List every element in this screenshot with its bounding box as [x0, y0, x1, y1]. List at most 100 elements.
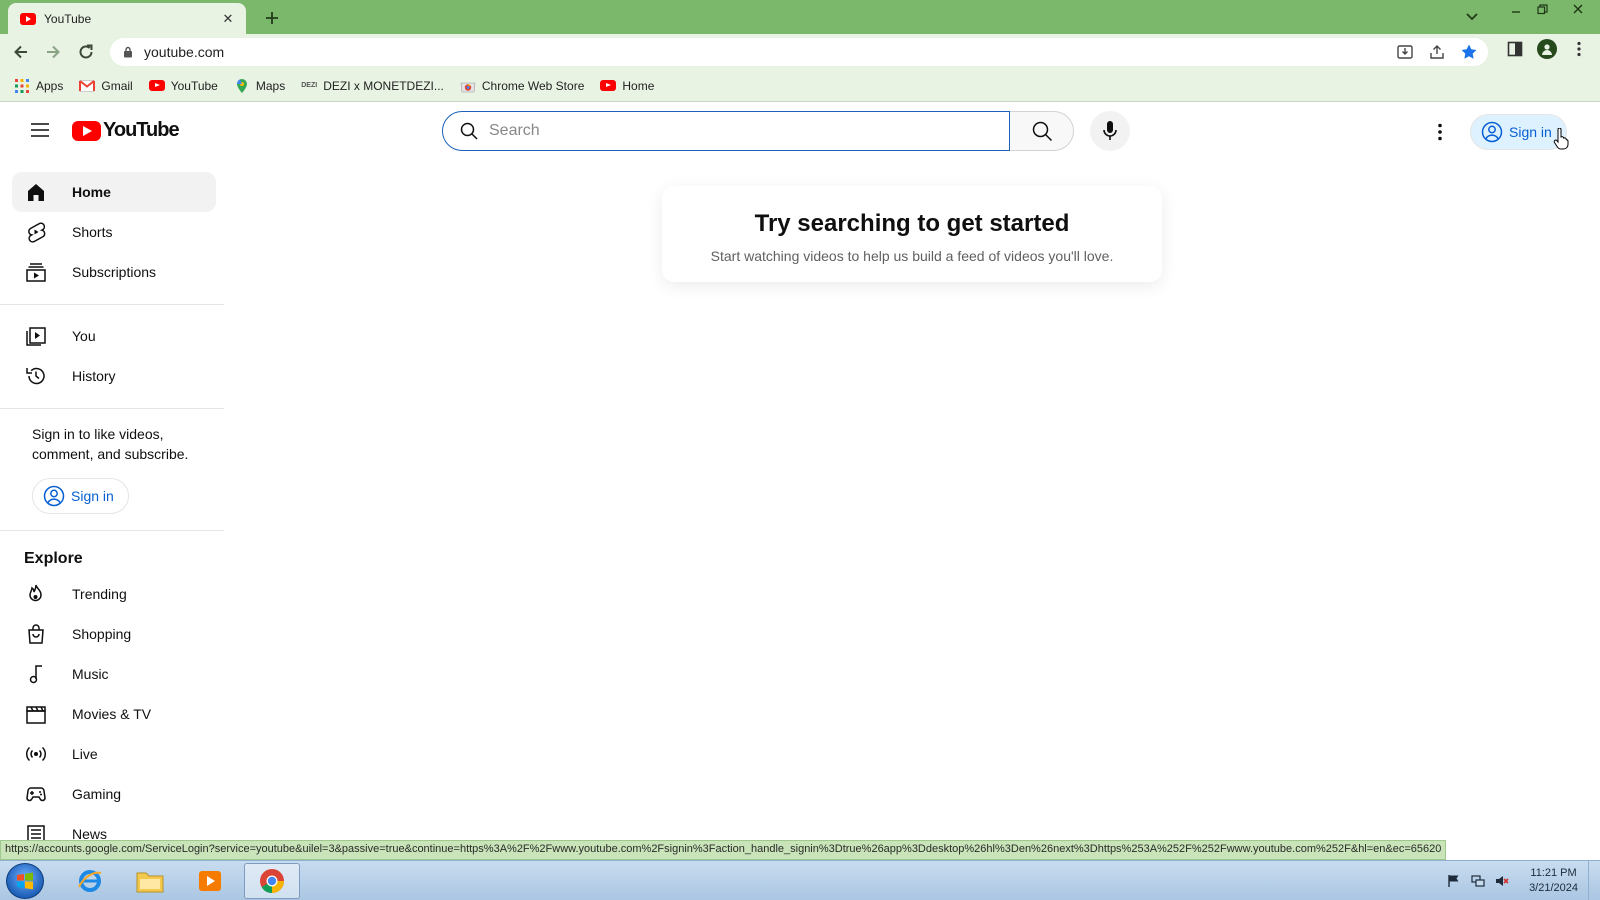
- network-icon[interactable]: [1471, 874, 1485, 888]
- bookmark-gmail[interactable]: Gmail: [79, 78, 133, 94]
- youtube-logo[interactable]: YouTube: [72, 119, 180, 142]
- sidebar-item-music[interactable]: Music: [12, 654, 216, 694]
- empty-feed-subtitle: Start watching videos to help us build a…: [710, 248, 1114, 264]
- sidebar-item-movies-tv[interactable]: Movies & TV: [12, 694, 216, 734]
- bookmark-star-icon[interactable]: [1460, 43, 1478, 61]
- history-icon: [24, 364, 48, 388]
- forward-arrow-icon: [47, 45, 60, 59]
- profile-button[interactable]: [1536, 38, 1558, 60]
- bookmarks-bar: Apps Gmail YouTube Maps DEZI DEZI x MONE…: [0, 70, 1600, 102]
- account-circle-icon: [43, 485, 65, 507]
- sidebar-item-trending[interactable]: Trending: [12, 574, 216, 614]
- dezi-icon: DEZI: [301, 82, 318, 89]
- chrome-menu-button[interactable]: [1568, 38, 1590, 60]
- browser-tab-youtube[interactable]: YouTube ✕: [8, 3, 246, 34]
- side-panel-icon[interactable]: [1504, 38, 1526, 60]
- hamburger-menu-icon: [31, 123, 49, 137]
- gmail-icon: [79, 78, 96, 94]
- sidebar-item-subscriptions[interactable]: Subscriptions: [12, 252, 216, 292]
- kebab-menu-icon: [1577, 41, 1581, 57]
- volume-muted-icon[interactable]: [1495, 874, 1509, 888]
- share-icon[interactable]: [1428, 43, 1446, 61]
- bookmark-home[interactable]: Home: [600, 78, 654, 94]
- bookmark-apps[interactable]: Apps: [14, 78, 63, 94]
- sidebar-divider: [0, 530, 224, 531]
- sidebar-item-home[interactable]: Home: [12, 172, 216, 212]
- account-circle-icon: [1481, 121, 1503, 143]
- taskbar-media-player[interactable]: [182, 863, 238, 899]
- you-library-icon: [24, 324, 48, 348]
- taskbar-clock[interactable]: 11:21 PM 3/21/2024: [1529, 866, 1578, 896]
- sidebar-item-history[interactable]: History: [12, 356, 216, 396]
- bookmark-maps[interactable]: Maps: [234, 78, 285, 94]
- start-button[interactable]: [6, 863, 44, 899]
- tab-search-icon[interactable]: [1464, 8, 1480, 24]
- chrome-web-store-icon: [460, 78, 476, 94]
- youtube-masthead: YouTube Sign in: [0, 102, 1600, 158]
- search-input[interactable]: [489, 122, 969, 140]
- profile-avatar-icon: [1537, 39, 1557, 59]
- action-center-flag-icon[interactable]: [1447, 874, 1461, 888]
- taskbar-file-explorer[interactable]: [122, 863, 178, 899]
- sidebar-item-gaming[interactable]: Gaming: [12, 774, 216, 814]
- guide-sidebar: Home Shorts Subscriptions You History Si…: [0, 170, 224, 850]
- minimize-button[interactable]: [1502, 0, 1529, 18]
- gaming-icon: [24, 782, 48, 806]
- sign-in-label: Sign in: [1509, 124, 1552, 140]
- tab-close-icon[interactable]: ✕: [220, 11, 236, 27]
- bookmark-chrome-web-store[interactable]: Chrome Web Store: [460, 78, 584, 94]
- sign-in-label: Sign in: [71, 488, 114, 504]
- show-desktop-button[interactable]: [1588, 861, 1600, 900]
- youtube-wordmark: YouTube: [103, 119, 180, 141]
- movies-icon: [24, 702, 48, 726]
- bookmark-youtube[interactable]: YouTube: [148, 78, 218, 94]
- search-icon: [1032, 121, 1052, 142]
- install-icon[interactable]: [1396, 43, 1414, 61]
- music-icon: [24, 662, 48, 686]
- guide-menu-button[interactable]: [20, 110, 60, 150]
- shopping-icon: [24, 622, 48, 646]
- chrome-icon: [260, 869, 284, 893]
- clock-time: 11:21 PM: [1530, 867, 1577, 879]
- address-bar[interactable]: youtube.com: [110, 38, 1488, 66]
- bookmark-dezi[interactable]: DEZI DEZI x MONETDEZI...: [301, 78, 444, 94]
- sidebar-sign-in-button[interactable]: Sign in: [32, 478, 129, 514]
- explore-heading: Explore: [24, 550, 83, 567]
- empty-feed-card: Try searching to get started Start watch…: [662, 186, 1162, 282]
- close-icon: [1573, 4, 1583, 14]
- voice-search-button[interactable]: [1090, 111, 1130, 151]
- taskbar-internet-explorer[interactable]: [62, 863, 118, 899]
- url-text: youtube.com: [144, 44, 225, 60]
- browser-tab-strip: YouTube ✕: [0, 0, 1600, 34]
- bookmark-label: YouTube: [170, 78, 218, 93]
- plus-icon: [266, 12, 278, 24]
- media-player-icon: [199, 871, 221, 891]
- youtube-play-logo-icon: [72, 120, 101, 141]
- reload-icon: [79, 44, 93, 59]
- reload-button[interactable]: [74, 40, 98, 64]
- search-box[interactable]: [442, 111, 1010, 151]
- sidebar-item-you[interactable]: You: [12, 316, 216, 356]
- lock-icon[interactable]: [122, 46, 134, 58]
- windows-logo-icon: [17, 872, 33, 890]
- link-status-bar: https://accounts.google.com/ServiceLogin…: [0, 840, 1447, 860]
- sidebar-item-label: Movies & TV: [72, 706, 152, 722]
- new-tab-button[interactable]: [260, 6, 284, 30]
- sidebar-item-live[interactable]: Live: [12, 734, 216, 774]
- settings-menu-button[interactable]: [1420, 112, 1460, 152]
- restore-button[interactable]: [1529, 0, 1556, 18]
- internet-explorer-icon: [78, 870, 102, 892]
- sidebar-divider: [0, 408, 224, 409]
- taskbar-chrome[interactable]: [244, 863, 300, 899]
- youtube-icon: [148, 78, 165, 94]
- shorts-icon: [24, 220, 48, 244]
- sidebar-item-shopping[interactable]: Shopping: [12, 614, 216, 654]
- forward-button[interactable]: [41, 40, 65, 64]
- search-button[interactable]: [1010, 111, 1074, 151]
- system-tray: 11:21 PM 3/21/2024: [1447, 861, 1600, 900]
- close-window-button[interactable]: [1556, 0, 1600, 18]
- maps-icon: [234, 78, 250, 94]
- back-button[interactable]: [9, 40, 33, 64]
- bookmark-label: DEZI x MONETDEZI...: [323, 78, 444, 93]
- sidebar-item-shorts[interactable]: Shorts: [12, 212, 216, 252]
